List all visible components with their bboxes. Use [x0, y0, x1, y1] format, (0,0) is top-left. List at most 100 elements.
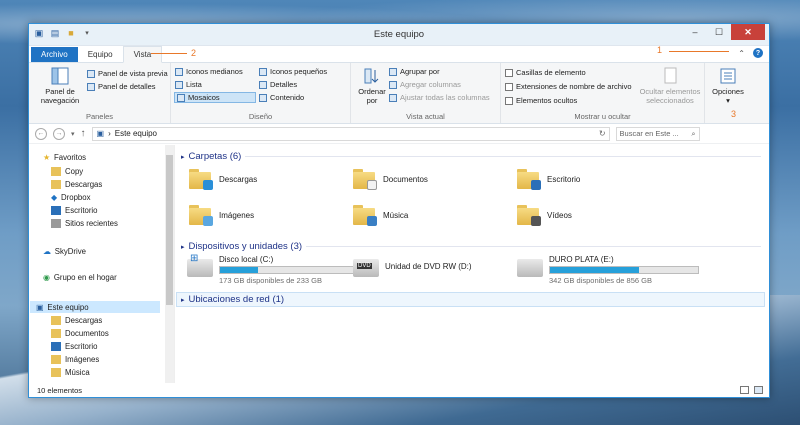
options-button[interactable]: Opciones ▾: [707, 67, 749, 105]
nav-homegroup[interactable]: ◉ Grupo en el hogar: [43, 273, 117, 282]
group-by-icon: [389, 67, 397, 76]
search-input[interactable]: Buscar en Este ... ⌕: [615, 126, 700, 141]
list-icon: [175, 80, 183, 89]
nav-fav-dropbox[interactable]: ◆ Dropbox: [51, 193, 90, 202]
tab-equipo[interactable]: Equipo: [78, 47, 123, 62]
drive-tile-d[interactable]: DVD Unidad de DVD RW (D:): [353, 255, 472, 277]
nav-pane-button[interactable]: Panel de navegación: [35, 67, 85, 105]
layout-list[interactable]: Lista: [175, 80, 202, 89]
minimize-button[interactable]: –: [683, 24, 707, 40]
music-folder-icon: [353, 205, 377, 226]
desktop-folder-icon: [517, 169, 541, 190]
collapse-ribbon-icon[interactable]: ⌃: [738, 49, 745, 58]
drive-usage-bar: [549, 266, 699, 274]
nav-skydrive[interactable]: ☁ SkyDrive: [43, 247, 86, 256]
preview-pane-button[interactable]: Panel de vista previa: [87, 69, 168, 78]
nav-favorites[interactable]: ★ Favoritos: [43, 153, 86, 162]
layout-details[interactable]: Detalles: [259, 80, 297, 89]
window-controls: – ☐ ✕: [683, 24, 765, 40]
grid-icon: [259, 67, 267, 76]
nav-pc-musica[interactable]: Música: [51, 368, 90, 377]
up-arrow-icon[interactable]: ↑: [81, 128, 86, 139]
layout-tiles[interactable]: Mosaicos: [174, 92, 256, 103]
hide-selected-button[interactable]: Ocultar elementos seleccionados: [637, 67, 703, 105]
options-dropdown-icon: ▾: [726, 96, 730, 105]
forward-button[interactable]: →: [53, 127, 65, 140]
folder-tile-escritorio[interactable]: Escritorio: [517, 169, 580, 190]
folder-tile-imagenes[interactable]: Imágenes: [189, 205, 254, 226]
folders-group-header[interactable]: ▸ Carpetas (6): [181, 151, 761, 162]
nav-pc-descargas[interactable]: Descargas: [51, 316, 102, 325]
nav-fav-descargas[interactable]: Descargas: [51, 180, 102, 189]
refresh-icon[interactable]: ↻: [599, 129, 606, 138]
add-columns-button[interactable]: Agregar columnas: [389, 80, 461, 89]
tiles-icon: [177, 93, 185, 102]
folder-tile-musica[interactable]: Música: [353, 205, 408, 226]
options-icon: [720, 68, 736, 84]
layout-content[interactable]: Contenido: [259, 93, 304, 102]
ribbon: Panel de navegación Panel de vista previ…: [29, 63, 769, 124]
nav-fav-recent[interactable]: Sitios recientes: [51, 219, 118, 228]
breadcrumb[interactable]: Este equipo: [115, 129, 157, 138]
group-by-button[interactable]: Agrupar por: [389, 67, 440, 76]
grid-icon: [175, 67, 183, 76]
layout-small-icons[interactable]: Iconos pequeños: [259, 67, 327, 76]
group-label-diseno: Diseño: [248, 112, 273, 121]
nav-fav-copy[interactable]: Copy: [51, 167, 83, 176]
folder-icon: [51, 167, 61, 176]
drives-group-header[interactable]: ▸ Dispositivos y unidades (3): [181, 241, 761, 252]
divider: [245, 156, 761, 157]
close-button[interactable]: ✕: [731, 24, 765, 40]
nav-pc-documentos[interactable]: Documentos: [51, 329, 109, 338]
group-vista-actual: Ordenar por Agrupar por Agregar columnas…: [351, 63, 501, 123]
tab-archivo[interactable]: Archivo: [31, 47, 78, 62]
address-bar[interactable]: ▣ › Este equipo ↻: [91, 126, 610, 141]
sort-by-button[interactable]: Ordenar por: [355, 67, 389, 105]
item-checkboxes-toggle[interactable]: Casillas de elemento: [505, 68, 586, 77]
details-pane-button[interactable]: Panel de detalles: [87, 82, 156, 91]
downloads-folder-icon: [51, 180, 61, 189]
chevron-right-icon: ▸: [181, 296, 185, 304]
group-diseno: Iconos medianos Iconos pequeños Lista De…: [171, 63, 351, 123]
drive-tile-c[interactable]: ⊞ Disco local (C:) 173 GB disponibles de…: [187, 253, 369, 285]
folder-tile-descargas[interactable]: Descargas: [189, 169, 257, 190]
chevron-down-icon: ▸: [181, 153, 185, 161]
nav-scrollbar[interactable]: [165, 145, 174, 383]
hidden-items-toggle[interactable]: Elementos ocultos: [505, 96, 577, 105]
network-group-header[interactable]: ▸ Ubicaciones de red (1): [176, 292, 765, 307]
group-label-mostrar-ocultar: Mostrar u ocultar: [574, 112, 631, 121]
nav-this-pc[interactable]: ▣ Este equipo: [30, 301, 160, 313]
videos-folder-icon: [517, 205, 541, 226]
add-columns-icon: [389, 80, 397, 89]
folder-tile-documentos[interactable]: Documentos: [353, 169, 428, 190]
drive-tile-e[interactable]: DURO PLATA (E:) 342 GB disponibles de 85…: [517, 255, 699, 285]
item-count: 10 elementos: [37, 385, 83, 395]
dropbox-icon: ◆: [51, 193, 57, 202]
nav-pc-imagenes[interactable]: Imágenes: [51, 355, 99, 364]
nav-pc-escritorio[interactable]: Escritorio: [51, 342, 98, 351]
recent-dropdown-icon[interactable]: ▾: [71, 130, 75, 138]
maximize-button[interactable]: ☐: [707, 24, 731, 40]
details-icon: [259, 80, 267, 89]
fit-columns-button[interactable]: Ajustar todas las columnas: [389, 93, 490, 102]
hard-drive-icon: [517, 259, 543, 277]
help-icon[interactable]: ?: [753, 48, 763, 58]
nav-scrollbar-thumb[interactable]: [166, 155, 173, 305]
star-icon: ★: [43, 153, 50, 162]
large-icons-view-icon[interactable]: [754, 386, 763, 394]
group-mostrar-ocultar: Casillas de elemento Extensiones de nomb…: [501, 63, 705, 123]
folder-tile-videos[interactable]: Vídeos: [517, 205, 572, 226]
nav-fav-escritorio[interactable]: Escritorio: [51, 206, 98, 215]
details-view-icon[interactable]: [740, 386, 749, 394]
cloud-icon: ☁: [43, 247, 51, 256]
group-label-vista-actual: Vista actual: [406, 112, 445, 121]
tab-vista[interactable]: Vista: [122, 46, 163, 63]
documents-folder-icon: [353, 169, 377, 190]
group-label-paneles: Paneles: [85, 112, 114, 121]
desktop-icon: [51, 342, 61, 351]
annotation-1: 1: [657, 45, 663, 55]
layout-medium-icons[interactable]: Iconos medianos: [175, 67, 243, 76]
file-extensions-toggle[interactable]: Extensiones de nombre de archivo: [505, 82, 632, 91]
back-button[interactable]: ←: [35, 127, 47, 140]
annotation-3: 3: [731, 109, 737, 119]
